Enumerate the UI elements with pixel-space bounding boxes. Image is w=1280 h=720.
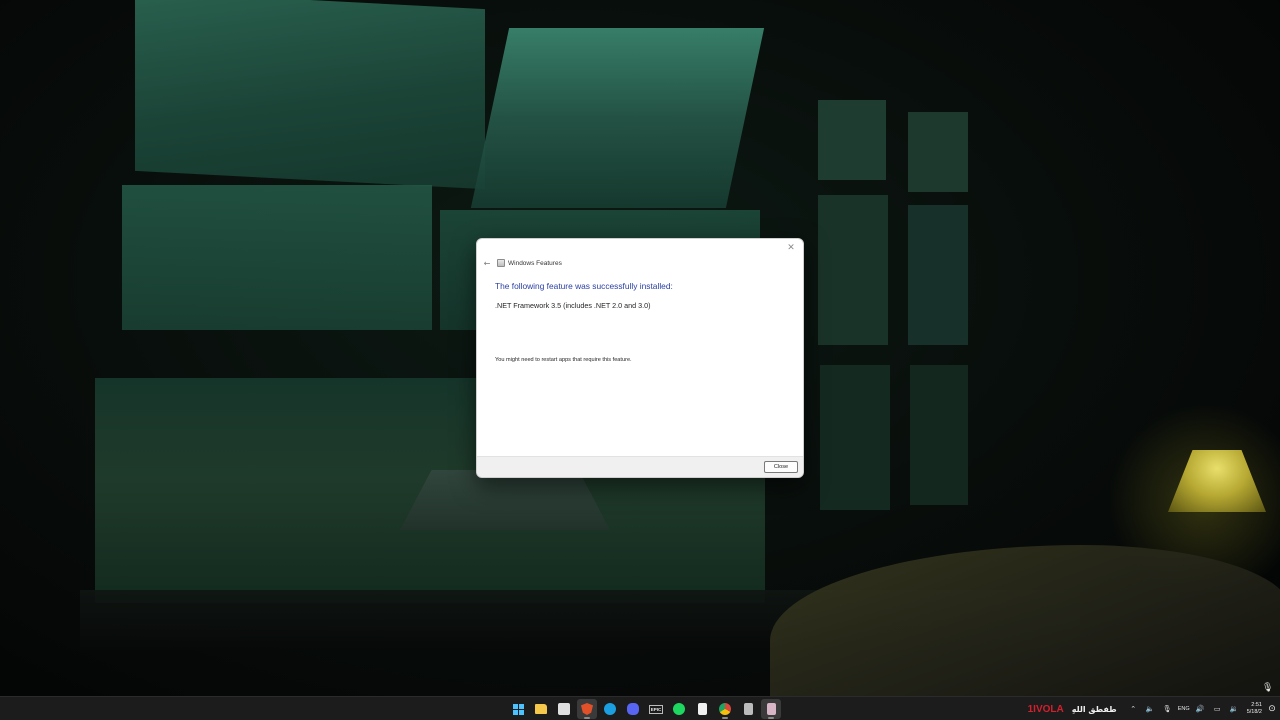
- success-heading: The following feature was successfully i…: [495, 281, 673, 291]
- arabic-text: طفطق اللهِ: [1071, 704, 1117, 714]
- file-explorer-button[interactable]: [531, 699, 551, 719]
- app-icon: [743, 703, 753, 715]
- window-pane: [122, 185, 432, 330]
- cabin-roof: [400, 470, 610, 530]
- clock[interactable]: 2:51 5/18/2: [1247, 702, 1262, 716]
- system-tray: 1IVOLA طفطق اللهِ ⌃ 🔈 🎙 ENG 🔊 ▭ 🔉 2:51 5…: [1028, 697, 1280, 720]
- store-button[interactable]: [554, 699, 574, 719]
- dialog-header: ← Windows Features: [481, 256, 562, 270]
- microphone-icon[interactable]: 🎙: [1262, 683, 1273, 693]
- volume-icon[interactable]: 🔈: [1142, 705, 1159, 713]
- close-button[interactable]: Close: [764, 461, 798, 473]
- steam-icon: [604, 703, 616, 715]
- dialog-footer: Close: [477, 456, 803, 477]
- start-button[interactable]: [508, 699, 528, 719]
- discord-icon: [627, 703, 639, 715]
- back-arrow-icon[interactable]: ←: [481, 259, 493, 268]
- taskbar: EPIC 1IVOLA طفطق اللهِ ⌃ 🔈 🎙 ENG 🔊 ▭ 🔉 2…: [0, 696, 1280, 720]
- window-pane: [908, 112, 968, 192]
- windows-features-icon: [766, 703, 776, 715]
- steam-button[interactable]: [600, 699, 620, 719]
- windows-features-icon: [497, 259, 505, 267]
- chevron-up-icon[interactable]: ⌃: [1125, 705, 1142, 713]
- window-pane: [470, 28, 765, 208]
- volume-icon[interactable]: 🔉: [1226, 705, 1243, 713]
- spotify-icon: [673, 703, 685, 715]
- window-pane: [910, 365, 968, 505]
- spotify-button[interactable]: [669, 699, 689, 719]
- dialog-title: Windows Features: [508, 259, 562, 267]
- discord-button[interactable]: [623, 699, 643, 719]
- close-icon[interactable]: ✕: [784, 241, 798, 255]
- epic-games-button[interactable]: EPIC: [646, 699, 666, 719]
- speaker-icon[interactable]: 🔊: [1192, 705, 1209, 713]
- app-button[interactable]: [738, 699, 758, 719]
- brave-browser-button[interactable]: [577, 699, 597, 719]
- windows-features-dialog: ✕ ← Windows Features The following featu…: [476, 238, 804, 478]
- window-pane: [818, 195, 888, 345]
- taskbar-apps: EPIC: [508, 699, 781, 719]
- brave-browser-icon: [581, 703, 593, 715]
- store-icon: [558, 703, 570, 715]
- chrome-icon: [719, 703, 731, 715]
- restart-note: You might need to restart apps that requ…: [495, 357, 632, 363]
- language-indicator[interactable]: ENG: [1176, 706, 1192, 712]
- microphone-icon[interactable]: 🎙: [1159, 705, 1176, 713]
- window-pane: [908, 205, 968, 345]
- notification-icon[interactable]: ⊙: [1266, 704, 1278, 714]
- file-explorer-icon: [535, 704, 547, 714]
- windows-features-button[interactable]: [761, 699, 781, 719]
- document-button[interactable]: [692, 699, 712, 719]
- network-icon[interactable]: ▭: [1209, 705, 1226, 713]
- window-pane: [818, 100, 886, 180]
- bed: [770, 545, 1280, 696]
- clock-time: 2:51: [1251, 702, 1262, 708]
- brand-logo: 1IVOLA: [1027, 703, 1064, 715]
- installed-feature: .NET Framework 3.5 (includes .NET 2.0 an…: [495, 301, 651, 310]
- windows-logo-icon: [512, 703, 524, 715]
- chrome-button[interactable]: [715, 699, 735, 719]
- clock-date: 5/18/2: [1246, 709, 1262, 715]
- document-icon: [697, 703, 707, 715]
- window-pane: [135, 0, 485, 190]
- epic-games-icon: EPIC: [648, 704, 664, 714]
- window-pane: [820, 365, 890, 510]
